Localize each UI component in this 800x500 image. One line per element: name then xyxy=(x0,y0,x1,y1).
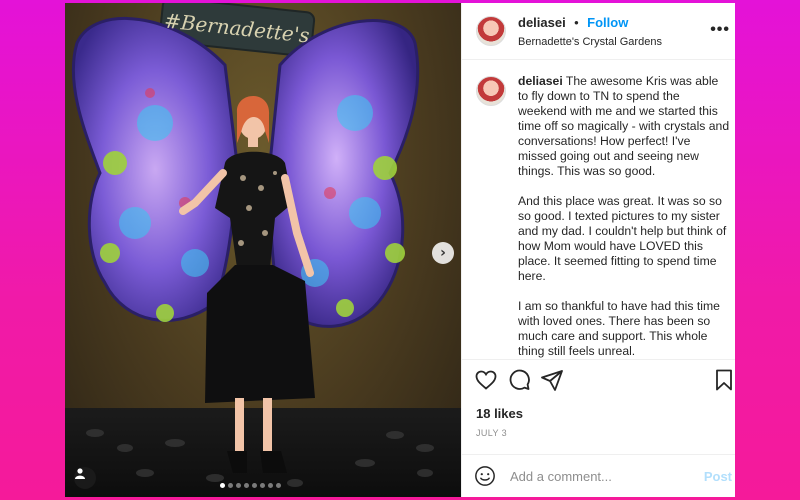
butterfly-wings-scene: #Bernadette's xyxy=(65,3,461,497)
location-link[interactable]: Bernadette's Crystal Gardens xyxy=(518,36,662,48)
bookmark-icon[interactable] xyxy=(712,368,735,392)
carousel-dot xyxy=(268,483,273,488)
caption-paragraph-1-text: The awesome Kris was able to fly down to… xyxy=(518,74,730,178)
next-photo-button[interactable]: › xyxy=(432,242,454,264)
carousel-dot xyxy=(260,483,265,488)
caption-avatar[interactable] xyxy=(476,76,506,106)
carousel-dot xyxy=(252,483,257,488)
comment-input[interactable] xyxy=(508,467,704,485)
action-bar xyxy=(462,359,735,400)
post-date[interactable]: JULY 3 xyxy=(462,428,735,438)
caption-paragraph-1: deliasei The awesome Kris was able to fl… xyxy=(518,74,730,179)
comment-icon[interactable] xyxy=(507,368,531,392)
instagram-post: #Bernadette's › deliasei • Follow Bernad… xyxy=(65,3,735,497)
more-options-button[interactable]: ••• xyxy=(710,21,730,39)
tagged-users-button[interactable] xyxy=(74,467,96,489)
post-header: deliasei • Follow Bernadette's Crystal G… xyxy=(462,3,735,60)
carousel-dot xyxy=(244,483,249,488)
user-tag-icon xyxy=(75,468,85,479)
share-icon[interactable] xyxy=(540,368,564,392)
carousel-dot xyxy=(236,483,241,488)
carousel-indicator xyxy=(220,483,281,488)
heart-icon[interactable] xyxy=(474,368,498,392)
header-separator: • xyxy=(574,15,579,30)
post-comment-button[interactable]: Post xyxy=(704,469,732,484)
header-username[interactable]: deliasei xyxy=(518,15,566,30)
avatar[interactable] xyxy=(476,16,506,46)
chevron-right-icon: › xyxy=(440,245,446,261)
caption-paragraph-3: I am so thankful to have had this time w… xyxy=(518,299,720,358)
likes-count[interactable]: 18 likes xyxy=(462,406,735,421)
carousel-dot xyxy=(228,483,233,488)
caption-text: deliasei The awesome Kris was able to fl… xyxy=(518,74,730,359)
emoji-icon[interactable] xyxy=(474,465,496,487)
post-photo[interactable]: #Bernadette's › xyxy=(65,3,461,497)
carousel-dot xyxy=(220,483,225,488)
comment-composer: Post xyxy=(462,454,735,497)
carousel-dot xyxy=(276,483,281,488)
follow-button[interactable]: Follow xyxy=(587,15,628,30)
post-sidebar: deliasei • Follow Bernadette's Crystal G… xyxy=(461,3,735,497)
more-horizontal-icon: ••• xyxy=(710,21,730,38)
caption-username[interactable]: deliasei xyxy=(518,74,563,88)
caption-paragraph-2: And this place was great. It was so so s… xyxy=(518,194,727,283)
caption-section: deliasei The awesome Kris was able to fl… xyxy=(462,60,735,359)
header-meta: deliasei • Follow Bernadette's Crystal G… xyxy=(518,14,662,48)
